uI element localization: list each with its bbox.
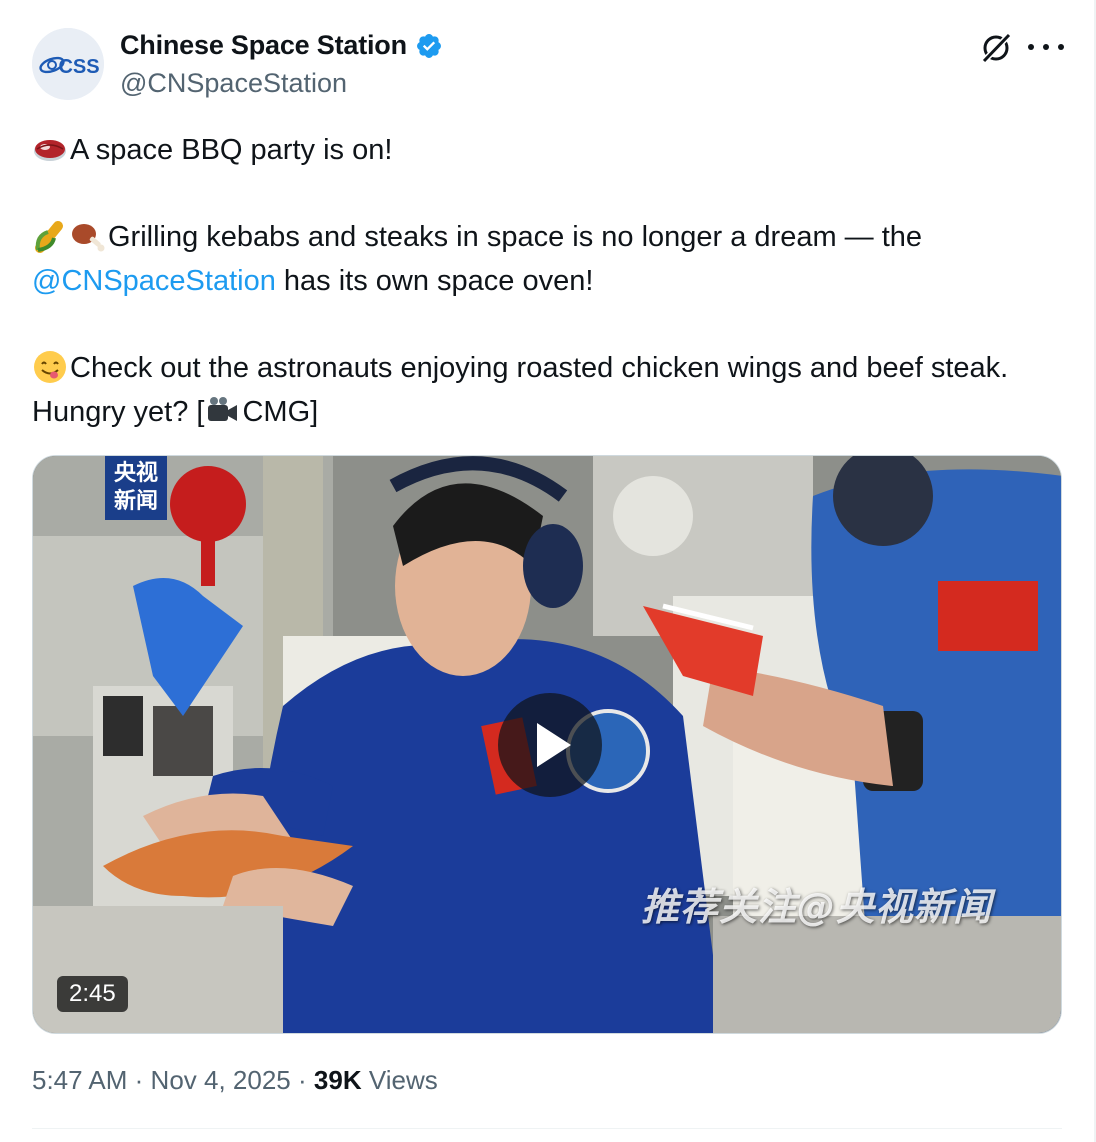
avatar[interactable]: CSS [32,28,104,100]
tweet-line-3: Check out the astronauts enjoying roaste… [32,346,1042,434]
tweet-line-2-text-after: has its own space oven! [275,265,594,297]
channel-logo: 央视 新闻 [105,456,167,520]
meat-emoji [34,140,66,161]
author-handle[interactable]: @CNSpaceStation [120,68,347,99]
tweet-text: A space BBQ party is on! Grilling kebabs… [32,128,1042,477]
tweet-line-3-text-after: CMG] [242,396,319,428]
tweet-line-1-text: A space BBQ party is on! [70,134,393,166]
yum-face-emoji [34,351,66,383]
meta-separator: · [298,1065,307,1095]
verified-badge-icon[interactable] [415,32,443,60]
play-button[interactable] [498,693,602,797]
meta-separator: · [134,1065,144,1095]
video-duration: 2:45 [57,976,128,1012]
display-name[interactable]: Chinese Space Station [120,30,407,61]
tweet-line-1: A space BBQ party is on! [32,128,1042,172]
tweet-line-2-text: Grilling kebabs and steaks in space is n… [108,221,923,253]
css-logo-icon: CSS [32,28,104,100]
tweet-meta: 5:47 AM · Nov 4, 2025 · 39K Views [32,1065,438,1096]
channel-logo-text: 央视 新闻 [113,461,158,514]
grok-icon[interactable] [978,30,1014,66]
author-name-row[interactable]: Chinese Space Station [120,30,443,61]
meat-on-bone-emoji [72,224,105,252]
video-camera-emoji [208,397,238,421]
more-options-icon[interactable] [1028,36,1064,58]
tweet-time[interactable]: 5:47 AM [32,1065,127,1095]
video-watermark: 推荐关注@央视新闻 [641,885,993,929]
avatar-text: CSS [58,56,99,78]
tweet-line-3-text: Check out the astronauts enjoying roaste… [32,352,1009,428]
mention-link[interactable]: @CNSpaceStation [32,265,276,297]
views-label: Views [368,1065,438,1095]
views-count[interactable]: 39K [314,1065,362,1095]
video-player[interactable]: 央视 新闻 推荐关注@央视新闻 2:45 [32,455,1062,1034]
divider [32,1128,1062,1129]
tweet-line-2: Grilling kebabs and steaks in space is n… [32,215,1042,303]
tweet-card: CSS Chinese Space Station @CNSpaceStatio… [0,0,1096,1142]
tweet-date[interactable]: Nov 4, 2025 [151,1065,291,1095]
play-icon [537,723,571,767]
corn-emoji [35,221,63,253]
